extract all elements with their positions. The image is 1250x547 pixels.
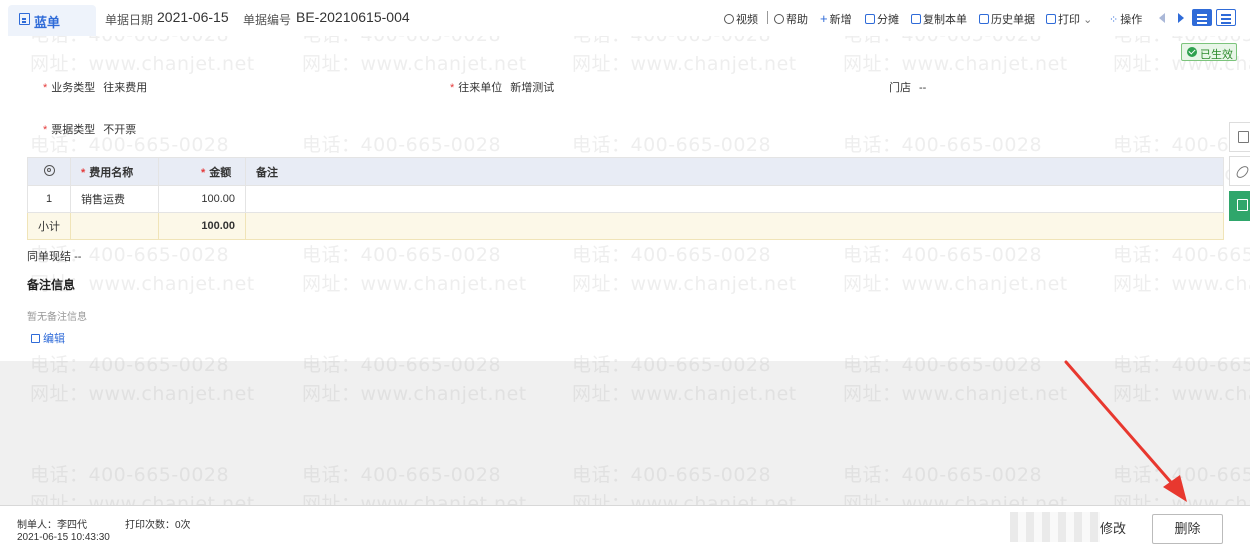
header-expense-name: * 费用名称 [70,157,159,186]
code-label: 单据编号 [243,13,292,27]
print-button[interactable]: 打印 ⌄ [1046,11,1092,27]
column-settings-cell[interactable] [27,157,71,186]
prev-arrow-icon[interactable] [1159,13,1165,23]
invoice-type-field: * 票据类型 不开票 [43,124,137,136]
tab-title: 蓝单 [34,15,61,30]
list-view-button[interactable] [1192,9,1212,26]
code-value: BE-20210615-004 [296,9,410,25]
check-circle-icon [1187,47,1197,57]
header-toolbar: 蓝单 单据日期 2021-06-15 单据编号 BE-20210615-004 … [0,0,1250,36]
creator-text: 制单人：李四代 [17,520,87,531]
amount-cell[interactable]: 100.00 [158,185,246,213]
divider [767,11,768,24]
video-button[interactable]: 视频 [724,11,758,27]
side-attach-button[interactable] [1229,156,1250,186]
history-icon [979,14,989,24]
printer-icon [1046,14,1056,24]
table-header-row: * 费用名称 * 金额 备注 [27,157,1224,186]
help-button[interactable]: 帮助 [774,11,808,27]
gear-icon [43,164,55,176]
business-type-value[interactable]: 往来费用 [103,82,147,94]
subtotal-note [245,212,1224,240]
store-value[interactable]: -- [919,82,926,94]
help-icon [774,14,784,24]
add-button[interactable]: + 新增 [820,11,852,27]
tab-blue-order[interactable]: 蓝单 [8,5,96,36]
subtotal-empty [70,212,159,240]
copy-button[interactable]: 复制本单 [911,11,967,27]
row-number: 1 [27,185,71,213]
history-button[interactable]: 历史单据 [979,11,1035,27]
copy-icon [911,14,921,24]
invoice-type-value[interactable]: 不开票 [103,124,136,136]
business-type-field: * 业务类型 往来费用 [43,82,148,94]
expense-table: * 费用名称 * 金额 备注 1 销售运费 100.00 小计 100.00 [27,157,1224,240]
store-field: 门店 -- [889,82,927,94]
date-label: 单据日期 [105,13,154,27]
actions-button[interactable]: ⁘ 操作 [1109,11,1142,27]
split-button[interactable]: 分摊 [865,11,899,27]
card-view-button[interactable] [1216,9,1236,26]
status-badge: 已生效 [1181,43,1237,61]
chevron-down-icon: ⌄ [1083,14,1093,26]
document-icon [1238,131,1249,143]
actions-icon: ⁘ [1109,14,1119,26]
partner-field: * 往来单位 新增测试 [450,82,555,94]
side-export-button[interactable] [1229,191,1250,221]
header-note: 备注 [245,157,1224,186]
attachment-icon [1234,163,1250,181]
table-row[interactable]: 1 销售运费 100.00 [27,185,1224,213]
next-arrow-icon[interactable] [1178,13,1184,23]
edit-remarks-link[interactable]: 编辑 [31,330,65,346]
note-cell[interactable] [245,185,1224,213]
edit-icon [31,334,40,343]
expense-name-cell[interactable]: 销售运费 [70,185,159,213]
play-icon [724,14,734,24]
created-time-text: 2021-06-15 10:43:30 [17,532,110,543]
subtotal-label: 小计 [27,212,71,240]
partner-value[interactable]: 新增测试 [510,82,554,94]
subtotal-amount: 100.00 [158,212,246,240]
print-count-text: 打印次数：0次 [125,520,191,531]
side-doc-button[interactable] [1229,122,1250,152]
blurred-region [1010,512,1100,542]
delete-button[interactable]: 删除 [1152,514,1223,544]
settle-field: 同单现结 -- [27,251,82,263]
export-icon [1237,199,1248,211]
plus-icon: + [820,11,828,26]
remarks-title: 备注信息 [27,278,76,292]
subtotal-row: 小计 100.00 [27,212,1224,240]
split-icon [865,14,875,24]
header-amount: * 金额 [158,157,246,186]
document-icon [19,13,30,25]
date-value: 2021-06-15 [157,9,229,25]
remarks-empty: 暂无备注信息 [27,312,87,323]
background-area [0,361,1250,505]
